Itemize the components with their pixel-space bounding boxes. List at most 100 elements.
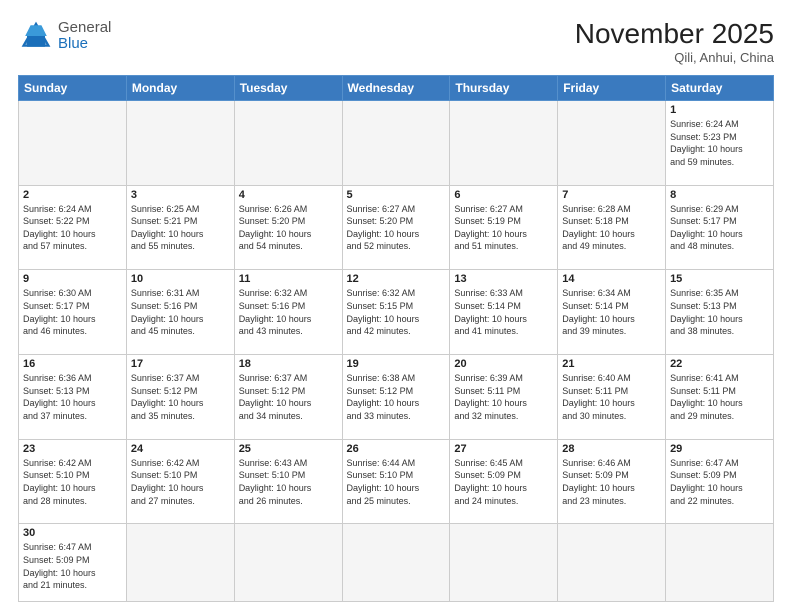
day-number: 11 xyxy=(239,273,338,285)
day-info: Sunrise: 6:36 AM Sunset: 5:13 PM Dayligh… xyxy=(23,372,122,422)
calendar-cell: 11 Sunrise: 6:32 AM Sunset: 5:16 PM Dayli… xyxy=(234,270,342,355)
calendar-cell xyxy=(234,524,342,602)
calendar-cell: 20 Sunrise: 6:39 AM Sunset: 5:11 PM Dayli… xyxy=(450,355,558,440)
day-info: Sunrise: 6:37 AM Sunset: 5:12 PM Dayligh… xyxy=(239,372,338,422)
day-info: Sunrise: 6:32 AM Sunset: 5:16 PM Dayligh… xyxy=(239,287,338,337)
location: Qili, Anhui, China xyxy=(575,50,774,65)
calendar-cell xyxy=(342,524,450,602)
calendar-cell xyxy=(19,101,127,186)
day-number: 12 xyxy=(347,273,446,285)
weekday-header-row: SundayMondayTuesdayWednesdayThursdayFrid… xyxy=(19,76,774,101)
day-info: Sunrise: 6:24 AM Sunset: 5:23 PM Dayligh… xyxy=(670,118,769,168)
calendar-cell xyxy=(450,101,558,186)
calendar-cell: 6Sunrise: 6:27 AM Sunset: 5:19 PM Daylig… xyxy=(450,185,558,270)
calendar-cell xyxy=(234,101,342,186)
calendar-cell: 1 Sunrise: 6:24 AM Sunset: 5:23 PM Daylig… xyxy=(666,101,774,186)
calendar-cell xyxy=(126,101,234,186)
calendar-cell: 29 Sunrise: 6:47 AM Sunset: 5:09 PM Dayli… xyxy=(666,439,774,524)
day-info: Sunrise: 6:40 AM Sunset: 5:11 PM Dayligh… xyxy=(562,372,661,422)
day-info: Sunrise: 6:41 AM Sunset: 5:11 PM Dayligh… xyxy=(670,372,769,422)
calendar-cell: 9 Sunrise: 6:30 AM Sunset: 5:17 PM Daylig… xyxy=(19,270,127,355)
logo: General Blue xyxy=(18,18,111,54)
logo-text: General Blue xyxy=(58,20,111,53)
day-info: Sunrise: 6:42 AM Sunset: 5:10 PM Dayligh… xyxy=(23,457,122,507)
day-number: 9 xyxy=(23,273,122,285)
day-info: Sunrise: 6:46 AM Sunset: 5:09 PM Dayligh… xyxy=(562,457,661,507)
calendar-cell: 21 Sunrise: 6:40 AM Sunset: 5:11 PM Dayli… xyxy=(558,355,666,440)
day-number: 10 xyxy=(131,273,230,285)
month-title: November 2025 xyxy=(575,18,774,50)
calendar-cell: 24 Sunrise: 6:42 AM Sunset: 5:10 PM Dayli… xyxy=(126,439,234,524)
calendar-cell: 7 Sunrise: 6:28 AM Sunset: 5:18 PM Daylig… xyxy=(558,185,666,270)
day-number: 8 xyxy=(670,189,769,201)
calendar-cell: 19Sunrise: 6:38 AM Sunset: 5:12 PM Dayli… xyxy=(342,355,450,440)
calendar-cell: 25 Sunrise: 6:43 AM Sunset: 5:10 PM Dayli… xyxy=(234,439,342,524)
weekday-header-saturday: Saturday xyxy=(666,76,774,101)
day-info: Sunrise: 6:26 AM Sunset: 5:20 PM Dayligh… xyxy=(239,203,338,253)
day-number: 1 xyxy=(670,104,769,116)
day-number: 28 xyxy=(562,443,661,455)
day-number: 21 xyxy=(562,358,661,370)
calendar-cell xyxy=(126,524,234,602)
calendar-cell: 17Sunrise: 6:37 AM Sunset: 5:12 PM Dayli… xyxy=(126,355,234,440)
calendar-cell xyxy=(558,524,666,602)
calendar-cell: 23Sunrise: 6:42 AM Sunset: 5:10 PM Dayli… xyxy=(19,439,127,524)
day-number: 15 xyxy=(670,273,769,285)
day-info: Sunrise: 6:28 AM Sunset: 5:18 PM Dayligh… xyxy=(562,203,661,253)
calendar-cell: 3Sunrise: 6:25 AM Sunset: 5:21 PM Daylig… xyxy=(126,185,234,270)
calendar-cell: 27Sunrise: 6:45 AM Sunset: 5:09 PM Dayli… xyxy=(450,439,558,524)
day-info: Sunrise: 6:27 AM Sunset: 5:20 PM Dayligh… xyxy=(347,203,446,253)
day-number: 16 xyxy=(23,358,122,370)
day-info: Sunrise: 6:42 AM Sunset: 5:10 PM Dayligh… xyxy=(131,457,230,507)
day-info: Sunrise: 6:47 AM Sunset: 5:09 PM Dayligh… xyxy=(670,457,769,507)
weekday-header-friday: Friday xyxy=(558,76,666,101)
day-number: 18 xyxy=(239,358,338,370)
day-number: 2 xyxy=(23,189,122,201)
day-info: Sunrise: 6:35 AM Sunset: 5:13 PM Dayligh… xyxy=(670,287,769,337)
day-number: 13 xyxy=(454,273,553,285)
day-number: 22 xyxy=(670,358,769,370)
day-info: Sunrise: 6:37 AM Sunset: 5:12 PM Dayligh… xyxy=(131,372,230,422)
day-number: 24 xyxy=(131,443,230,455)
day-number: 30 xyxy=(23,527,122,539)
day-number: 7 xyxy=(562,189,661,201)
day-number: 14 xyxy=(562,273,661,285)
weekday-header-tuesday: Tuesday xyxy=(234,76,342,101)
title-block: November 2025 Qili, Anhui, China xyxy=(575,18,774,65)
calendar-cell: 4 Sunrise: 6:26 AM Sunset: 5:20 PM Daylig… xyxy=(234,185,342,270)
day-number: 20 xyxy=(454,358,553,370)
calendar-cell: 18 Sunrise: 6:37 AM Sunset: 5:12 PM Dayli… xyxy=(234,355,342,440)
page: General Blue November 2025 Qili, Anhui, … xyxy=(0,0,792,612)
day-info: Sunrise: 6:38 AM Sunset: 5:12 PM Dayligh… xyxy=(347,372,446,422)
week-row-4: 23Sunrise: 6:42 AM Sunset: 5:10 PM Dayli… xyxy=(19,439,774,524)
calendar-cell: 5 Sunrise: 6:27 AM Sunset: 5:20 PM Daylig… xyxy=(342,185,450,270)
day-info: Sunrise: 6:44 AM Sunset: 5:10 PM Dayligh… xyxy=(347,457,446,507)
calendar-cell: 10 Sunrise: 6:31 AM Sunset: 5:16 PM Dayli… xyxy=(126,270,234,355)
day-number: 5 xyxy=(347,189,446,201)
weekday-header-monday: Monday xyxy=(126,76,234,101)
week-row-5: 30 Sunrise: 6:47 AM Sunset: 5:09 PM Dayli… xyxy=(19,524,774,602)
day-info: Sunrise: 6:43 AM Sunset: 5:10 PM Dayligh… xyxy=(239,457,338,507)
day-info: Sunrise: 6:31 AM Sunset: 5:16 PM Dayligh… xyxy=(131,287,230,337)
weekday-header-wednesday: Wednesday xyxy=(342,76,450,101)
calendar-cell: 30 Sunrise: 6:47 AM Sunset: 5:09 PM Dayli… xyxy=(19,524,127,602)
calendar-cell: 14 Sunrise: 6:34 AM Sunset: 5:14 PM Dayli… xyxy=(558,270,666,355)
day-number: 29 xyxy=(670,443,769,455)
day-info: Sunrise: 6:39 AM Sunset: 5:11 PM Dayligh… xyxy=(454,372,553,422)
day-info: Sunrise: 6:34 AM Sunset: 5:14 PM Dayligh… xyxy=(562,287,661,337)
week-row-2: 9 Sunrise: 6:30 AM Sunset: 5:17 PM Daylig… xyxy=(19,270,774,355)
day-info: Sunrise: 6:32 AM Sunset: 5:15 PM Dayligh… xyxy=(347,287,446,337)
day-info: Sunrise: 6:33 AM Sunset: 5:14 PM Dayligh… xyxy=(454,287,553,337)
day-info: Sunrise: 6:30 AM Sunset: 5:17 PM Dayligh… xyxy=(23,287,122,337)
calendar-cell xyxy=(558,101,666,186)
day-number: 26 xyxy=(347,443,446,455)
day-number: 4 xyxy=(239,189,338,201)
day-info: Sunrise: 6:25 AM Sunset: 5:21 PM Dayligh… xyxy=(131,203,230,253)
calendar-cell xyxy=(666,524,774,602)
calendar-cell xyxy=(342,101,450,186)
calendar-cell: 12 Sunrise: 6:32 AM Sunset: 5:15 PM Dayli… xyxy=(342,270,450,355)
day-number: 25 xyxy=(239,443,338,455)
day-info: Sunrise: 6:47 AM Sunset: 5:09 PM Dayligh… xyxy=(23,541,122,591)
logo-general: General xyxy=(58,20,111,37)
weekday-header-thursday: Thursday xyxy=(450,76,558,101)
